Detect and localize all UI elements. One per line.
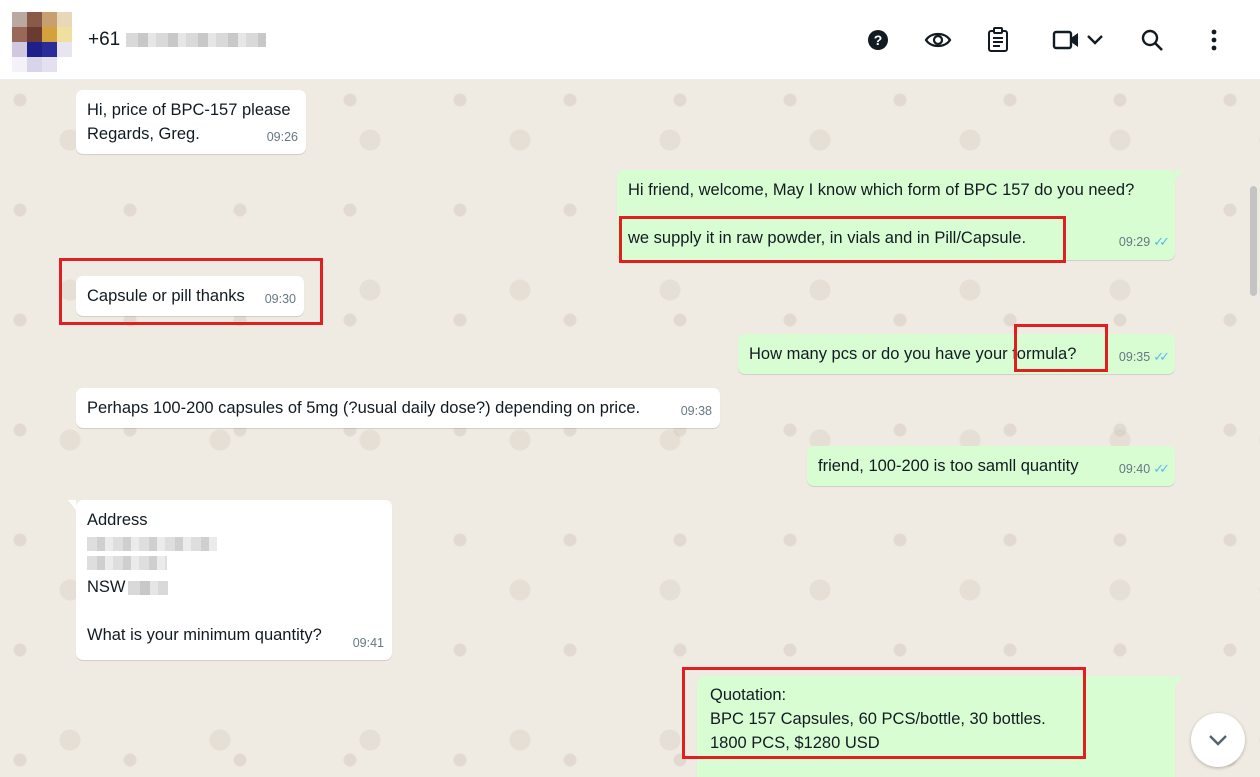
chat-area[interactable]: Hi, price of BPC-157 please Regards, Gre… — [0, 80, 1260, 777]
message-meta: 09:29 ✓✓ — [1118, 229, 1170, 254]
svg-text:?: ? — [874, 32, 883, 48]
message-text: friend, 100-200 is too samll quantity — [818, 457, 1079, 475]
read-ticks-icon: ✓✓ — [1153, 461, 1170, 476]
scroll-down-button[interactable] — [1191, 713, 1245, 767]
chevron-down-icon — [1209, 735, 1227, 746]
read-ticks-icon: ✓✓ — [1153, 349, 1170, 364]
help-icon: ? — [868, 30, 888, 50]
message-text: What is your minimum quantity? — [87, 626, 322, 644]
highlight-box — [59, 258, 323, 325]
video-call-button[interactable] — [1048, 26, 1108, 54]
redacted-phone — [126, 32, 267, 47]
message-time: 09:38 — [680, 404, 712, 418]
help-button[interactable]: ? — [864, 26, 892, 54]
view-once-button[interactable] — [924, 26, 952, 54]
search-icon — [1141, 29, 1163, 51]
redacted-address-line — [87, 556, 167, 570]
clipboard-icon — [988, 27, 1008, 52]
message-time: 09:26 — [266, 130, 298, 144]
redacted-postcode — [127, 580, 168, 595]
video-call-icon — [1052, 30, 1078, 50]
scrollbar[interactable] — [1250, 186, 1257, 296]
read-ticks-icon: ✓✓ — [1153, 234, 1170, 249]
avatar[interactable] — [12, 12, 72, 72]
menu-icon — [1211, 29, 1217, 51]
outgoing-message[interactable]: How many pcs or do you have your formula… — [738, 334, 1175, 374]
menu-button[interactable] — [1200, 26, 1228, 54]
incoming-message[interactable]: Perhaps 100-200 capsules of 5mg (?usual … — [76, 388, 720, 428]
incoming-message[interactable]: Hi, price of BPC-157 please Regards, Gre… — [76, 90, 306, 154]
highlight-box — [682, 667, 1086, 759]
message-meta: 09:35 ✓✓ — [1118, 344, 1170, 369]
chevron-down-icon — [1087, 35, 1103, 45]
message-text: Regards, Greg. — [87, 125, 200, 143]
message-time: 09:40 — [1118, 462, 1151, 476]
chat-header: +61 ? — [0, 0, 1260, 80]
search-button[interactable] — [1138, 26, 1166, 54]
incoming-message[interactable]: Address NSW What is your minimum quantit… — [68, 500, 392, 660]
redacted-address-line — [87, 537, 217, 551]
message-time: 09:29 — [1118, 235, 1151, 249]
outgoing-message[interactable]: friend, 100-200 is too samll quantity 09… — [807, 446, 1175, 486]
message-text: Perhaps 100-200 capsules of 5mg (?usual … — [87, 399, 641, 417]
view-once-icon — [924, 32, 952, 48]
message-meta: 09:40 ✓✓ — [1118, 456, 1170, 481]
highlight-box — [619, 216, 1066, 263]
message-text: NSW — [87, 575, 382, 599]
clipboard-button[interactable] — [984, 26, 1012, 54]
message-text: Hi friend, welcome, May I know which for… — [628, 181, 1135, 199]
message-time: 09:41 — [352, 636, 384, 650]
contact-phone: +61 — [88, 29, 121, 50]
address-state: NSW — [87, 578, 126, 596]
highlight-box — [1014, 324, 1108, 372]
message-time: 09:35 — [1118, 350, 1151, 364]
message-text: Hi, price of BPC-157 please — [87, 101, 291, 119]
contact-name[interactable]: +61 — [88, 29, 267, 51]
message-text: Address — [87, 511, 148, 529]
